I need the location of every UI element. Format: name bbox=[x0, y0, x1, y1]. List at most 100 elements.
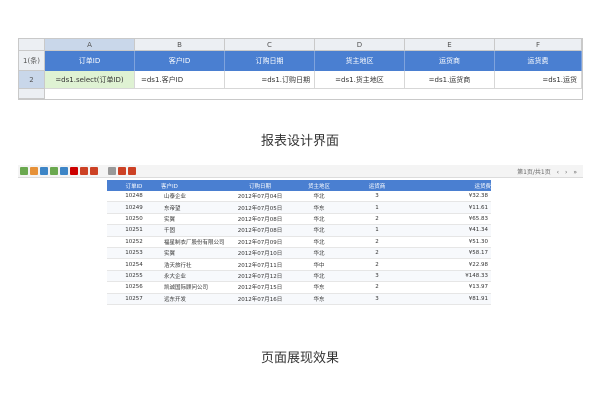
save-icon[interactable] bbox=[128, 167, 136, 175]
table-cell: 10249 bbox=[107, 201, 161, 214]
column-header-e[interactable]: E bbox=[405, 39, 495, 51]
row-header-2[interactable]: 2 bbox=[19, 71, 45, 89]
table-cell: 浩天旅行社 bbox=[161, 258, 227, 271]
formula-cell[interactable]: =ds1.运货商 bbox=[405, 71, 495, 89]
column-header-a[interactable]: A bbox=[45, 39, 135, 51]
preview-header-cell: 订单ID bbox=[107, 180, 161, 191]
preview-header-cell: 运货费 bbox=[409, 180, 491, 191]
design-header-cell[interactable]: 订购日期 bbox=[225, 51, 315, 71]
table-cell: 山泰企业 bbox=[161, 191, 227, 203]
table-cell: 华北 bbox=[293, 270, 345, 283]
table-cell: 凯诚国际顾问公司 bbox=[161, 281, 227, 294]
design-header-cell[interactable]: 运货费 bbox=[495, 51, 582, 71]
preview-header-cell: 货主地区 bbox=[293, 180, 345, 191]
email-icon[interactable] bbox=[118, 167, 126, 175]
design-header-cell[interactable]: 运货商 bbox=[405, 51, 495, 71]
print-preview-icon[interactable] bbox=[108, 167, 116, 175]
table-cell: 2012年07月11日 bbox=[227, 258, 293, 271]
table-cell: ¥51.30 bbox=[409, 236, 491, 248]
corner-cell[interactable] bbox=[19, 39, 45, 51]
table-cell: 2 bbox=[345, 213, 409, 226]
table-cell: ¥81.91 bbox=[409, 293, 491, 305]
first-page-icon[interactable] bbox=[20, 167, 28, 175]
export-word-icon[interactable] bbox=[90, 167, 98, 175]
design-header-cell[interactable]: 客户ID bbox=[135, 51, 225, 71]
table-cell: 2012年07月16日 bbox=[227, 293, 293, 305]
preview-table: 订单ID 客户ID 订购日期 货主地区 运货商 运货费 10248 山泰企业 201… bbox=[107, 180, 491, 305]
table-cell: 3 bbox=[345, 270, 409, 283]
table-cell: 2 bbox=[345, 247, 409, 260]
table-cell: 华北 bbox=[293, 191, 345, 203]
preview-toolbar: 第1页/共1页 ‹ › » bbox=[18, 165, 583, 178]
table-cell: ¥32.38 bbox=[409, 191, 491, 203]
table-cell: 2012年07月10日 bbox=[227, 247, 293, 260]
table-cell: ¥22.98 bbox=[409, 258, 491, 271]
table-cell: 华北 bbox=[293, 236, 345, 248]
table-row: 10251 千固 2012年07月08日 华北 1 ¥41.34 bbox=[107, 224, 491, 237]
next-page-icon[interactable] bbox=[40, 167, 48, 175]
table-row: 10248 山泰企业 2012年07月04日 华北 3 ¥32.38 bbox=[107, 191, 491, 203]
table-cell: 3 bbox=[345, 191, 409, 203]
export-excel-icon[interactable] bbox=[80, 167, 88, 175]
last-button[interactable]: » bbox=[573, 169, 577, 176]
table-row: 10249 东帝望 2012年07月05日 华东 1 ¥11.61 bbox=[107, 201, 491, 214]
formula-cell[interactable]: =ds1.订购日期 bbox=[225, 71, 315, 89]
table-cell: 2012年07月04日 bbox=[227, 191, 293, 203]
table-cell: 华北 bbox=[293, 213, 345, 226]
row-header-3[interactable] bbox=[19, 89, 45, 99]
formula-cell[interactable]: =ds1.运货 bbox=[495, 71, 582, 89]
prev-button[interactable]: ‹ bbox=[557, 169, 559, 176]
table-cell: 2 bbox=[345, 236, 409, 248]
table-row: 10256 凯诚国际顾问公司 2012年07月15日 华东 2 ¥13.97 bbox=[107, 281, 491, 294]
table-cell: ¥58.17 bbox=[409, 247, 491, 260]
column-header-f[interactable]: F bbox=[495, 39, 582, 51]
table-cell: 实翼 bbox=[161, 247, 227, 260]
table-cell: 千固 bbox=[161, 224, 227, 237]
table-cell: ¥11.61 bbox=[409, 201, 491, 214]
preview-header-cell: 运货商 bbox=[345, 180, 409, 191]
report-preview: 订单ID 客户ID 订购日期 货主地区 运货商 运货费 10248 山泰企业 201… bbox=[107, 180, 491, 305]
next-button[interactable]: › bbox=[565, 169, 567, 176]
last-page-icon[interactable] bbox=[50, 167, 58, 175]
table-cell: 福星制衣厂股份有限公司 bbox=[161, 236, 227, 248]
design-header-cell[interactable]: 货主地区 bbox=[315, 51, 405, 71]
table-cell: 远东开发 bbox=[161, 293, 227, 305]
design-header-cell[interactable]: 订单ID bbox=[45, 51, 135, 71]
table-row: 10252 福星制衣厂股份有限公司 2012年07月09日 华北 2 ¥51.30 bbox=[107, 236, 491, 248]
table-cell: 华东 bbox=[293, 281, 345, 294]
preview-header-cell: 客户ID bbox=[161, 180, 227, 191]
page-indicator: 第1页/共1页 bbox=[517, 169, 551, 176]
column-header-d[interactable]: D bbox=[315, 39, 405, 51]
table-cell: 2 bbox=[345, 281, 409, 294]
column-header-b[interactable]: B bbox=[135, 39, 225, 51]
column-header-c[interactable]: C bbox=[225, 39, 315, 51]
table-cell: 华北 bbox=[293, 247, 345, 260]
table-cell: 1 bbox=[345, 201, 409, 214]
table-cell: 10257 bbox=[107, 293, 161, 305]
formula-cell[interactable]: =ds1.客户ID bbox=[135, 71, 225, 89]
prev-page-icon[interactable] bbox=[30, 167, 38, 175]
table-cell: 1 bbox=[345, 224, 409, 237]
preview-caption: 页面展现效果 bbox=[260, 351, 339, 366]
table-row: 10250 实翼 2012年07月08日 华北 2 ¥65.83 bbox=[107, 213, 491, 226]
table-cell: ¥13.97 bbox=[409, 281, 491, 294]
table-cell: ¥65.83 bbox=[409, 213, 491, 226]
table-cell: 2012年07月05日 bbox=[227, 201, 293, 214]
table-cell: 2012年07月09日 bbox=[227, 236, 293, 248]
table-cell: 2012年07月08日 bbox=[227, 213, 293, 226]
table-cell: 华中 bbox=[293, 258, 345, 271]
formula-cell[interactable]: =ds1.货主地区 bbox=[315, 71, 405, 89]
table-cell: 2012年07月15日 bbox=[227, 281, 293, 294]
row-header-1[interactable]: 1(条) bbox=[19, 51, 45, 71]
table-cell: 华东 bbox=[293, 293, 345, 305]
print-icon[interactable] bbox=[60, 167, 68, 175]
table-cell: 10255 bbox=[107, 270, 161, 283]
table-row: 10253 实翼 2012年07月10日 华北 2 ¥58.17 bbox=[107, 247, 491, 260]
table-cell: 10253 bbox=[107, 247, 161, 260]
table-cell: 华北 bbox=[293, 224, 345, 237]
formula-cell[interactable]: =ds1.select(订单ID) bbox=[45, 71, 135, 89]
report-designer-grid[interactable]: A B C D E F 1(条) 2 订单ID 客户ID 订购日期 货主地区 运… bbox=[18, 38, 583, 100]
table-cell: 10252 bbox=[107, 236, 161, 248]
export-pdf-icon[interactable] bbox=[70, 167, 78, 175]
table-cell: 实翼 bbox=[161, 213, 227, 226]
